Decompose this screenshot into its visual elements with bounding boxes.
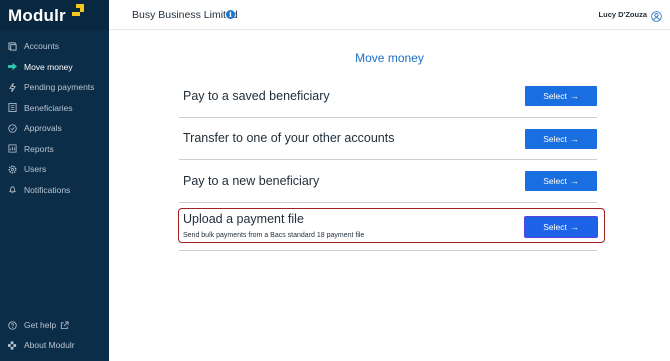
sidebar-item-label: Approvals (24, 123, 62, 134)
select-button-transfer-own-accounts[interactable]: Select → (525, 129, 597, 149)
sidebar-footer: Get help About Modulr (0, 315, 109, 355)
select-button-label: Select (543, 134, 567, 144)
lightning-icon (8, 82, 17, 92)
list-icon (8, 103, 17, 113)
sidebar-item-users[interactable]: Users (0, 159, 109, 180)
sidebar-item-label: Reports (24, 143, 54, 154)
option-row-transfer-own-accounts: Transfer to one of your other accounts S… (179, 124, 597, 160)
sidebar-item-label: Move money (24, 61, 73, 72)
get-help-label: Get help (24, 320, 57, 330)
option-title: Transfer to one of your other accounts (183, 131, 395, 145)
accounts-icon (8, 42, 17, 51)
sidebar-nav: Accounts Move money Pending payments Ben… (0, 36, 109, 200)
sidebar-item-label: Users (24, 164, 47, 175)
sidebar: Modulr Accounts Move money Pending payme… (0, 0, 109, 361)
option-title: Pay to a saved beneficiary (183, 89, 330, 103)
arrow-right-icon (8, 62, 17, 71)
select-button-label: Select (543, 222, 567, 232)
help-icon (8, 320, 17, 330)
about-modulr-link[interactable]: About Modulr (0, 335, 109, 355)
sidebar-item-label: Pending payments (24, 82, 95, 93)
arrow-right-icon: → (569, 91, 579, 101)
select-button-new-beneficiary[interactable]: Select → (525, 171, 597, 191)
sidebar-item-label: Notifications (24, 184, 71, 195)
sidebar-item-move-money[interactable]: Move money (0, 57, 109, 78)
page-title: Move money (355, 51, 424, 65)
top-header: Busy Business Limited i Lucy D'Zouza (109, 0, 670, 30)
company-name[interactable]: Busy Business Limited (132, 9, 238, 21)
sidebar-item-notifications[interactable]: Notifications (0, 180, 109, 201)
sidebar-item-beneficiaries[interactable]: Beneficiaries (0, 98, 109, 119)
reports-icon (8, 144, 17, 153)
brand-name: Modulr (8, 6, 66, 25)
sidebar-item-reports[interactable]: Reports (0, 139, 109, 160)
brand-logo[interactable]: Modulr (0, 0, 109, 30)
option-subtitle: Send bulk payments from a Bacs standard … (183, 232, 365, 239)
user-avatar-icon[interactable] (651, 9, 662, 22)
get-help-link[interactable]: Get help (0, 315, 109, 335)
select-button-saved-beneficiary[interactable]: Select → (525, 86, 597, 106)
info-icon[interactable]: i (226, 10, 235, 19)
modulr-icon (8, 340, 17, 350)
user-name[interactable]: Lucy D'Zouza (599, 10, 647, 19)
select-button-label: Select (543, 176, 567, 186)
sidebar-item-label: Accounts (24, 41, 59, 52)
about-modulr-label: About Modulr (24, 340, 75, 350)
sidebar-item-label: Beneficiaries (24, 102, 73, 113)
bell-icon (8, 185, 17, 194)
check-circle-icon (8, 124, 17, 133)
arrow-right-icon: → (569, 176, 579, 186)
gear-icon (8, 165, 17, 174)
external-link-icon (60, 320, 69, 330)
option-title: Upload a payment file (183, 212, 304, 226)
option-row-saved-beneficiary: Pay to a saved beneficiary Select → (179, 82, 597, 118)
option-row-upload-payment-file: Upload a payment file Send bulk payments… (179, 208, 597, 251)
sidebar-item-accounts[interactable]: Accounts (0, 36, 109, 57)
brand-mark-icon (72, 4, 84, 16)
sidebar-item-approvals[interactable]: Approvals (0, 118, 109, 139)
sidebar-item-pending-payments[interactable]: Pending payments (0, 77, 109, 98)
select-button-label: Select (543, 91, 567, 101)
option-title: Pay to a new beneficiary (183, 174, 320, 188)
option-row-new-beneficiary: Pay to a new beneficiary Select → (179, 166, 597, 203)
select-button-upload-payment-file[interactable]: Select → (525, 217, 597, 237)
arrow-right-icon: → (569, 222, 579, 232)
arrow-right-icon: → (569, 134, 579, 144)
